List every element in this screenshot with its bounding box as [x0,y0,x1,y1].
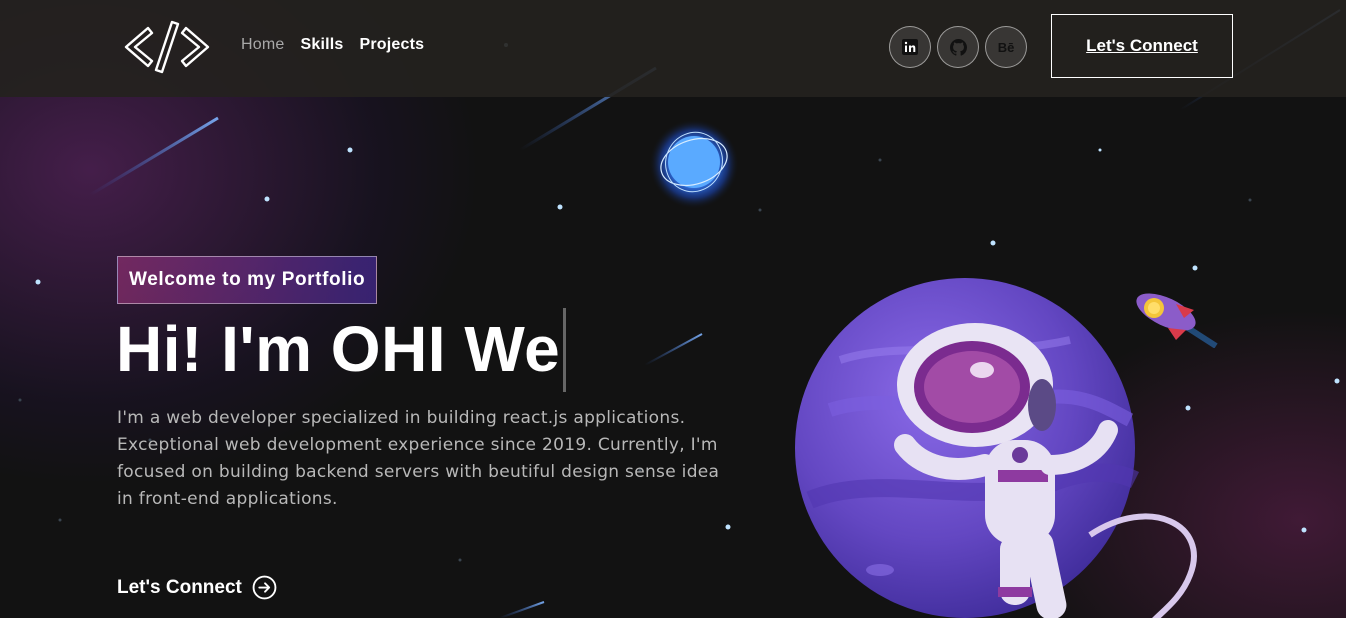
linkedin-icon [902,39,918,55]
code-logo-icon[interactable] [120,18,214,76]
nav-link-skills[interactable]: Skills [300,36,343,54]
typing-cursor [563,308,567,392]
arrow-right-circle-icon [252,575,277,600]
hero-connect-label: Let's Connect [117,576,242,598]
glowing-planet-icon [649,119,739,209]
behance-button[interactable]: Bē [985,26,1027,68]
shooting-star [499,601,545,618]
hero-connect-link[interactable]: Let's Connect [117,575,277,600]
github-icon [949,38,967,56]
linkedin-button[interactable] [889,26,931,68]
github-button[interactable] [937,26,979,68]
hero-bio: I'm a web developer specialized in build… [117,408,720,509]
headline-text: Hi! I'm OHI We [116,312,561,385]
navbar: Home Skills Projects Bē Let's Connect [0,0,1346,97]
shooting-star [644,333,703,366]
lets-connect-button[interactable]: Let's Connect [1051,14,1233,78]
social-links: Bē [889,26,1027,68]
nav-link-home[interactable]: Home [241,36,284,54]
rocket-icon [1136,293,1218,348]
behance-icon: Bē [997,39,1015,55]
nav-link-projects[interactable]: Projects [360,36,425,54]
shooting-star [89,116,219,197]
hero-headline: Hi! I'm OHI We [116,308,567,396]
nav-links: Home Skills Projects [241,36,424,54]
welcome-tagline: Welcome to my Portfolio [117,256,378,304]
